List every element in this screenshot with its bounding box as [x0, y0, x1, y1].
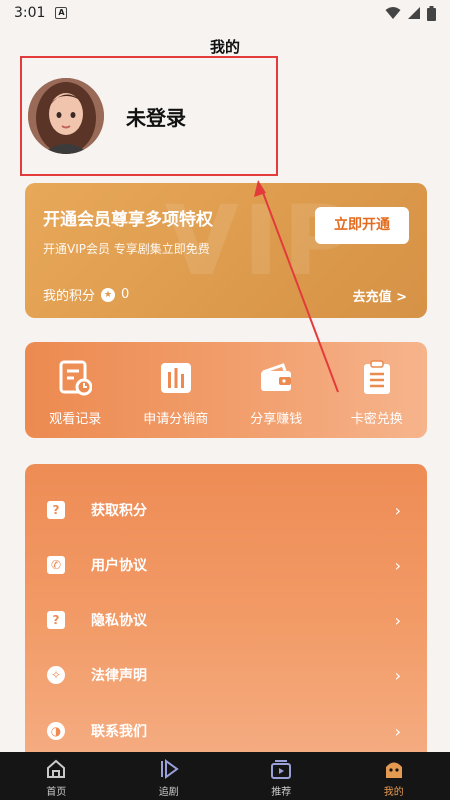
wallet-icon — [261, 363, 292, 391]
chevron-right-icon: › — [394, 665, 401, 685]
open-vip-button[interactable]: 立即开通 — [315, 207, 409, 244]
menu-item-user-agreement[interactable]: ✆ 用户协议 › — [25, 545, 427, 585]
menu-item-get-points[interactable]: ? 获取积分 › — [25, 490, 427, 530]
nav-label: 推荐 — [271, 787, 292, 798]
action-label: 观看记录 — [49, 412, 102, 427]
wifi-icon — [385, 7, 401, 19]
status-time: 3:01 — [14, 5, 46, 21]
nav-home[interactable]: 首页 — [0, 752, 113, 800]
status-icons — [385, 5, 436, 21]
vip-subtitle: 开通VIP会员 专享剧集立即免费 — [43, 242, 210, 256]
chevron-right-icon: › — [394, 610, 401, 630]
question-icon: ? — [47, 501, 65, 519]
battery-icon — [427, 5, 436, 21]
vip-card[interactable]: VIP 开通会员尊享多项特权 开通VIP会员 专享剧集立即免费 立即开通 我的积… — [25, 183, 427, 318]
action-label: 分享赚钱 — [250, 412, 303, 427]
clipboard-icon — [363, 360, 390, 394]
menu-item-label: 法律声明 — [91, 668, 147, 684]
history-icon — [59, 360, 93, 396]
headset-icon: ◑ — [47, 722, 65, 740]
action-share-earn[interactable]: 分享赚钱 — [226, 342, 327, 438]
login-status-label[interactable]: 未登录 — [126, 102, 186, 131]
menu-item-label: 联系我们 — [91, 724, 147, 740]
question-icon: ? — [47, 611, 65, 629]
menu-item-privacy-policy[interactable]: ? 隐私协议 › — [25, 600, 427, 640]
action-label: 卡密兑换 — [350, 412, 403, 427]
chart-icon — [160, 363, 191, 393]
nav-label: 追剧 — [158, 787, 179, 798]
menu-item-label: 隐私协议 — [91, 613, 147, 629]
points-label: 我的积分 — [43, 289, 96, 304]
profile-login-area[interactable]: 未登录 — [20, 56, 278, 176]
recharge-link[interactable]: 去充值 > — [353, 286, 407, 305]
signal-icon — [408, 7, 420, 19]
chevron-right-icon: › — [394, 555, 401, 575]
action-apply-distributor[interactable]: 申请分销商 — [126, 342, 227, 438]
action-watch-history[interactable]: 观看记录 — [25, 342, 126, 438]
play-icon — [160, 759, 179, 779]
menu-item-label: 获取积分 — [91, 503, 147, 519]
action-label: 申请分销商 — [143, 412, 209, 427]
nav-label: 我的 — [383, 787, 404, 798]
nav-mine[interactable]: 我的 — [338, 752, 450, 800]
home-icon — [47, 759, 66, 778]
menu-item-label: 用户协议 — [91, 558, 147, 574]
settings-menu: ? 获取积分 › ✆ 用户协议 › ? 隐私协议 › ✧ 法律声明 › ◑ 联系… — [25, 464, 427, 764]
points-value: 0 — [121, 287, 130, 302]
page-title: 我的 — [209, 38, 240, 56]
avatar[interactable] — [28, 78, 104, 154]
chevron-right-icon: › — [394, 500, 401, 520]
bulb-icon: ✧ — [47, 666, 65, 684]
chevron-right-icon: › — [394, 721, 401, 741]
vip-title: 开通会员尊享多项特权 — [43, 210, 213, 230]
quick-actions: 观看记录 申请分销商 分享赚钱 卡密兑换 — [25, 342, 427, 438]
nav-label: 首页 — [46, 787, 67, 798]
action-card-redeem[interactable]: 卡密兑换 — [327, 342, 428, 438]
phone-icon: ✆ — [47, 556, 65, 574]
bottom-nav: 首页 追剧 推荐 我的 — [0, 752, 450, 800]
video-icon — [271, 760, 292, 779]
nav-recommend[interactable]: 推荐 — [225, 752, 338, 800]
my-points[interactable]: 我的积分 ★ 0 — [43, 285, 129, 304]
status-bar: 3:01 A — [0, 0, 450, 26]
coin-icon: ★ — [101, 287, 116, 302]
menu-item-contact-us[interactable]: ◑ 联系我们 › — [25, 711, 427, 751]
nav-follow[interactable]: 追剧 — [113, 752, 226, 800]
notification-icon: A — [55, 7, 68, 19]
menu-item-legal-notice[interactable]: ✧ 法律声明 › — [25, 655, 427, 695]
profile-icon — [385, 762, 402, 778]
